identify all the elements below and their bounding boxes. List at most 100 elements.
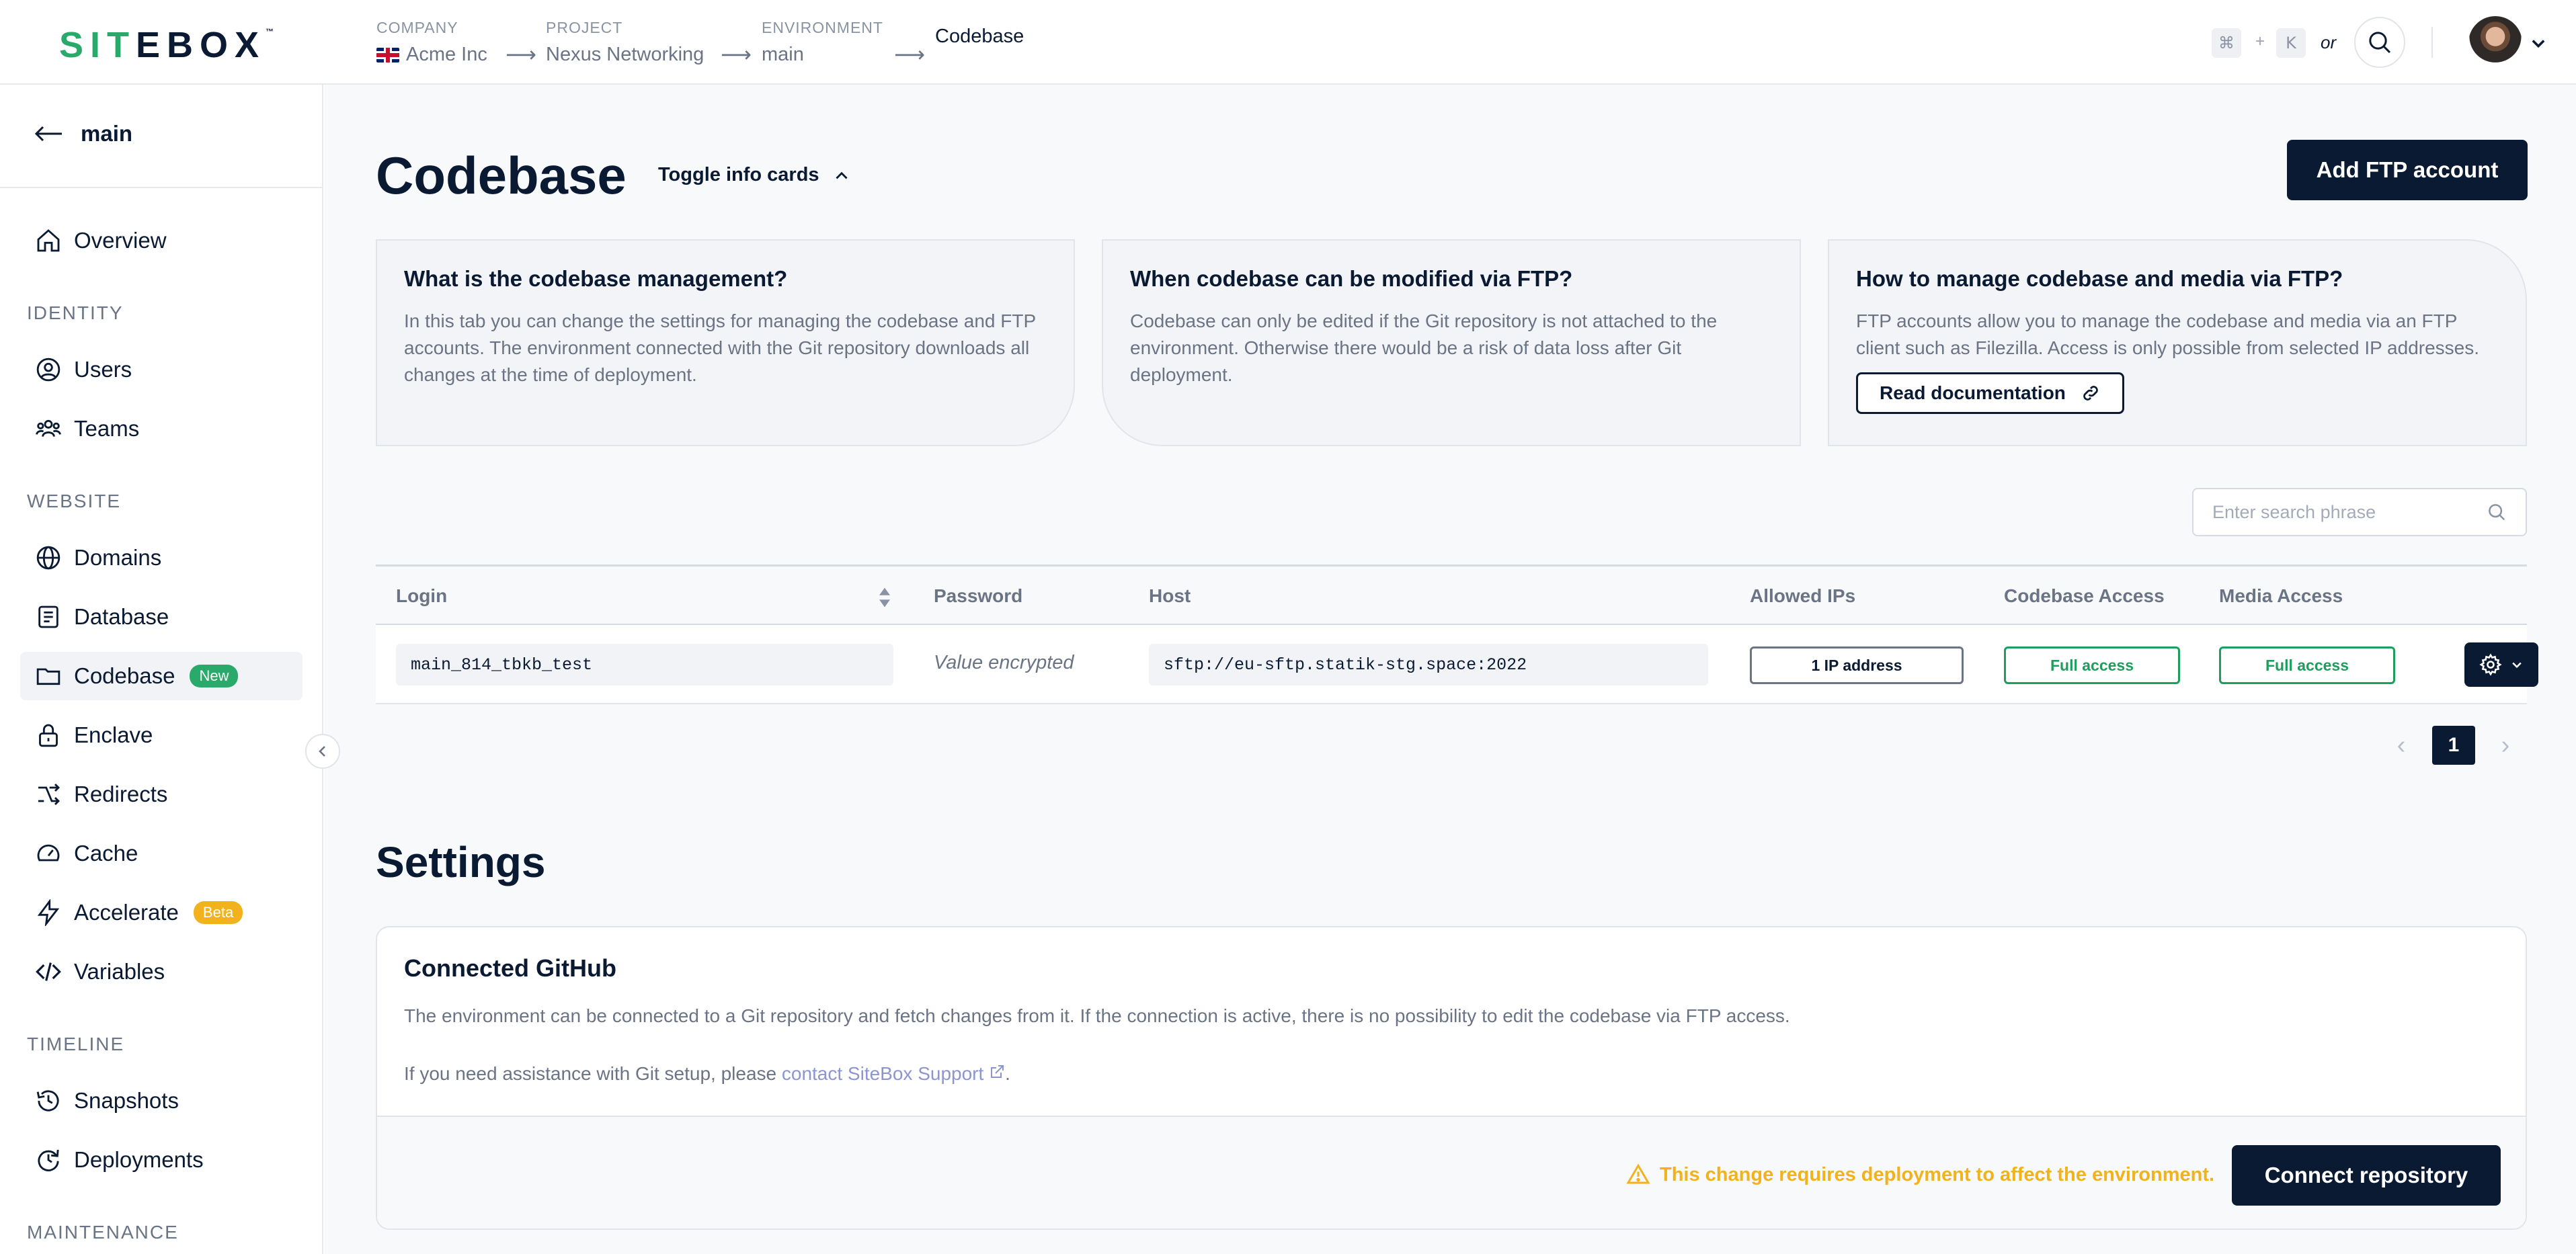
breadcrumb-key: COMPANY — [376, 19, 458, 36]
sidebar-item-label: Database — [74, 604, 169, 629]
ftp-search-field[interactable] — [2192, 488, 2527, 536]
pagination-page-1[interactable]: 1 — [2432, 726, 2475, 765]
link-icon — [2083, 386, 2098, 401]
contact-support-link[interactable]: contact SiteBox Support — [782, 1063, 1005, 1084]
column-host: Host — [1149, 585, 1191, 606]
read-documentation-label: Read documentation — [1880, 382, 2066, 403]
sidebar-item-variables[interactable]: Variables — [20, 948, 303, 996]
sidebar-item-label: Deployments — [74, 1147, 204, 1172]
search-input[interactable] — [2212, 501, 2481, 523]
sidebar-item-deployments[interactable]: Deployments — [20, 1136, 303, 1184]
sidebar-item-label: Codebase — [74, 663, 175, 688]
breadcrumb-environment[interactable]: ENVIRONMENT main — [762, 19, 883, 66]
sidebar-item-accelerate[interactable]: Accelerate Beta — [20, 888, 303, 937]
info-card-title: When codebase can be modified via FTP? — [1130, 266, 1573, 291]
cmd-key-icon: ⌘ — [2212, 28, 2241, 58]
breadcrumb-company[interactable]: COMPANY Acme Inc — [376, 19, 487, 66]
logo-text-right: BOX — [167, 25, 266, 65]
sidebar-item-label: Snapshots — [74, 1088, 179, 1113]
sidebar-item-redirects[interactable]: Redirects — [20, 770, 303, 819]
row-actions-button[interactable] — [2464, 642, 2538, 687]
breadcrumb-value: Codebase — [935, 26, 1024, 47]
codebase-access-badge[interactable]: Full access — [2004, 646, 2180, 684]
sidebar-item-codebase[interactable]: Codebase New — [20, 652, 303, 700]
logo-text-left: SIT — [59, 25, 136, 65]
topbar-divider — [2431, 27, 2433, 58]
connect-repository-button[interactable]: Connect repository — [2232, 1145, 2501, 1206]
folder-icon — [36, 668, 61, 685]
top-bar: SITEBOX™ COMPANY Acme Inc ⟶ PROJECT Nexu… — [0, 0, 2576, 85]
sidebar-item-label: Accelerate — [74, 900, 179, 925]
sidebar-item-label: Redirects — [74, 782, 168, 806]
warning-text: This change requires deployment to affec… — [1660, 1163, 2215, 1185]
sidebar-section-website: WEBSITE — [27, 491, 122, 511]
table-row: main_814_tbkb_test Value encrypted sftp:… — [376, 625, 2538, 704]
media-access-badge[interactable]: Full access — [2219, 646, 2395, 684]
breadcrumb-key: ENVIRONMENT — [762, 19, 883, 36]
sidebar-item-label: Variables — [74, 959, 165, 984]
sidebar-section-identity: IDENTITY — [27, 302, 124, 323]
sidebar-section-timeline: TIMELINE — [27, 1034, 125, 1054]
toggle-label: Toggle info cards — [658, 164, 819, 185]
sort-icon[interactable] — [878, 587, 891, 608]
help-suffix: . — [1005, 1063, 1010, 1084]
ftp-accounts-table: Login Password Host Allowed IPs Codebase… — [376, 565, 2538, 704]
info-card-codebase-management: What is the codebase management? In this… — [376, 239, 1075, 446]
sidebar-item-cache[interactable]: Cache — [20, 829, 303, 878]
table-header: Login Password Host Allowed IPs Codebase… — [376, 565, 2527, 625]
info-card-title: What is the codebase management? — [404, 266, 788, 291]
breadcrumb-project[interactable]: PROJECT Nexus Networking — [546, 19, 704, 66]
sidebar-item-overview[interactable]: Overview — [20, 216, 303, 265]
sidebar-item-label: Enclave — [74, 722, 153, 747]
sidebar-item-label: Domains — [74, 545, 162, 570]
user-avatar[interactable] — [2468, 16, 2522, 70]
pagination-next-button[interactable]: › — [2492, 726, 2519, 765]
search-icon — [2489, 504, 2505, 521]
github-card-description: The environment can be connected to a Gi… — [404, 1005, 1790, 1026]
sidebar-item-label: Users — [74, 357, 132, 382]
main-content: Codebase Toggle info cards Add FTP accou… — [325, 85, 2576, 1254]
info-card-manage-ftp: How to manage codebase and media via FTP… — [1828, 239, 2527, 446]
connected-github-card: Connected GitHub The environment can be … — [376, 926, 2527, 1230]
add-ftp-account-button[interactable]: Add FTP account — [2287, 140, 2528, 200]
lightning-icon — [37, 899, 60, 926]
info-card-ftp-modification: When codebase can be modified via FTP? C… — [1102, 239, 1801, 446]
sitebox-logo[interactable]: SITEBOX™ — [59, 24, 274, 66]
new-badge: New — [190, 665, 239, 687]
logo-trademark: ™ — [266, 27, 274, 36]
column-login[interactable]: Login — [396, 585, 447, 607]
k-key: K — [2276, 28, 2306, 58]
allowed-ips-button[interactable]: 1 IP address — [1750, 646, 1964, 684]
chevron-down-icon[interactable] — [2529, 34, 2548, 52]
sidebar-item-label: Overview — [74, 228, 167, 253]
read-documentation-button[interactable]: Read documentation — [1856, 372, 2124, 414]
page-title: Codebase — [376, 146, 627, 205]
github-card-title: Connected GitHub — [404, 954, 616, 982]
column-codebase-access: Codebase Access — [2004, 585, 2165, 606]
sidebar-item-database[interactable]: Database — [20, 593, 303, 641]
sidebar-item-snapshots[interactable]: Snapshots — [20, 1077, 303, 1125]
back-to-environment[interactable]: main — [34, 121, 132, 147]
collapse-sidebar-button[interactable] — [305, 734, 340, 769]
sidebar-item-teams[interactable]: Teams — [20, 405, 303, 453]
beta-badge: Beta — [193, 901, 243, 924]
sidebar-item-label: Cache — [74, 841, 138, 866]
sidebar-item-domains[interactable]: Domains — [20, 534, 303, 582]
deploy-icon — [38, 1149, 59, 1171]
info-card-text: In this tab you can change the settings … — [404, 310, 1036, 385]
breadcrumb-arrow-icon: ⟶ — [506, 42, 536, 67]
settings-footer: This change requires deployment to affec… — [377, 1116, 2526, 1228]
global-search-button[interactable] — [2354, 17, 2405, 68]
sidebar-item-enclave[interactable]: Enclave — [20, 711, 303, 759]
host-value: sftp://eu-sftp.statik-stg.space:2022 — [1149, 644, 1708, 685]
toggle-info-cards[interactable]: Toggle info cards — [658, 164, 850, 186]
shortcut-plus: + — [2255, 32, 2265, 50]
pagination-prev-button[interactable]: ‹ — [2388, 726, 2415, 765]
breadcrumb-key: PROJECT — [546, 19, 623, 36]
logo-text-mid: E — [136, 25, 167, 65]
external-link-icon — [991, 1065, 1004, 1078]
breadcrumb-value: Acme Inc — [406, 44, 487, 65]
sidebar-item-users[interactable]: Users — [20, 345, 303, 394]
info-card-text: Codebase can only be edited if the Git r… — [1130, 310, 1718, 385]
breadcrumb-value: main — [762, 44, 804, 65]
